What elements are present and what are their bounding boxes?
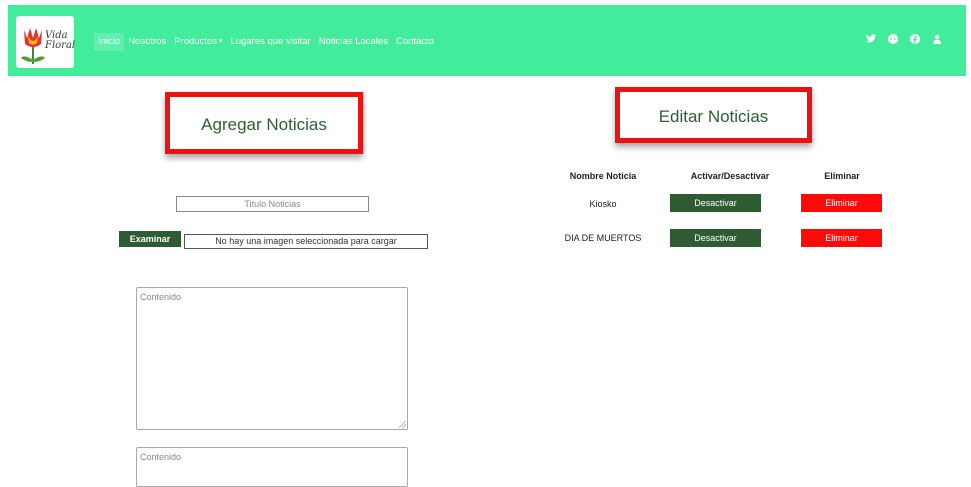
delete-button[interactable]: Eliminar [801,194,882,212]
add-news-title: Agregar Noticias [201,115,327,134]
nav-item-inicio[interactable]: Inicio [94,33,125,51]
news-title-input[interactable]: Titulo Noticias [176,196,369,212]
logo-text: Vida Floral [45,31,75,51]
content-textarea[interactable]: Contenido [136,287,408,430]
nav-item-contacto[interactable]: Contacto [392,33,438,51]
content-placeholder: Contenido [140,292,182,302]
news-name-cell: DIA DE MUERTOS [564,233,642,243]
browse-button[interactable]: Examinar [119,231,181,247]
selected-file-display: No hay una imagen seleccionada para carg… [184,234,428,249]
logo[interactable]: Vida Floral [16,16,75,68]
nav-item-productos-label: Productos [174,36,217,47]
column-header-name: Nombre Noticia [569,171,637,181]
nav-item-noticias[interactable]: Noticias Locales [315,33,392,51]
nav-item-productos[interactable]: Productos ▾ [170,33,226,51]
edit-news-title: Editar Noticias [658,107,769,126]
news-name-cell: Kiosko [589,199,617,209]
reddit-icon[interactable] [882,34,904,50]
user-icon[interactable] [926,34,948,50]
edit-news-header: Editar Noticias [615,87,812,143]
social-links [860,34,948,50]
content-textarea-2[interactable]: Contenido [136,447,408,487]
column-header-toggle: Activar/Desactivar [690,171,770,181]
facebook-icon[interactable] [904,34,926,50]
deactivate-button[interactable]: Desactivar [670,229,761,247]
delete-button[interactable]: Eliminar [801,229,882,247]
column-header-delete: Eliminar [824,171,860,181]
twitter-icon[interactable] [860,34,882,50]
resize-handle[interactable] [399,421,406,428]
nav-menu: Inicio Nosotros Productos ▾ Lugares que v… [94,33,438,51]
add-news-header: Agregar Noticias [165,92,363,154]
logo-line2: Floral [45,40,76,51]
content-placeholder-2: Contenido [140,452,182,462]
chevron-down-icon: ▾ [218,38,223,45]
navbar: Vida Floral Inicio Nosotros Productos ▾ L… [8,5,966,76]
nav-item-nosotros[interactable]: Nosotros [124,33,170,51]
nav-item-lugares[interactable]: Lugares que visitar [227,33,315,51]
deactivate-button[interactable]: Desactivar [670,194,761,212]
